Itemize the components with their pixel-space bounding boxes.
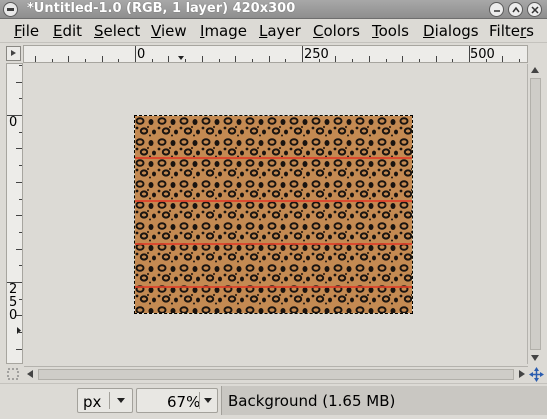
menu-file[interactable]: File: [14, 22, 39, 40]
layer-info: Background (1.65 MB): [228, 392, 396, 410]
scroll-up-icon[interactable]: [531, 67, 539, 73]
maximize-icon[interactable]: [508, 2, 523, 17]
scroll-down-icon[interactable]: [531, 355, 539, 361]
vertical-scroll-thumb[interactable]: [530, 78, 541, 350]
menu-tools[interactable]: Tools: [372, 22, 409, 40]
close-icon[interactable]: [527, 2, 542, 17]
zoom-value[interactable]: 67%: [167, 393, 200, 411]
menu-select[interactable]: Select: [94, 22, 140, 40]
vertical-scrollbar[interactable]: [527, 64, 542, 364]
menu-dialogs[interactable]: Dialogs: [423, 22, 479, 40]
status-bar: px 67% Background (1.65 MB): [0, 383, 547, 419]
menu-bar: File Edit Select View Image Layer Colors…: [0, 20, 547, 43]
menu-layer[interactable]: Layer: [259, 22, 301, 40]
minimize-icon[interactable]: [489, 2, 504, 17]
menu-filters[interactable]: Filters: [489, 22, 534, 40]
vruler-label-0: 0: [9, 115, 18, 130]
leopard-pattern-image: [135, 116, 412, 313]
window-menu-icon[interactable]: [3, 2, 18, 17]
menu-edit[interactable]: Edit: [53, 22, 82, 40]
scroll-left-icon[interactable]: [27, 370, 33, 378]
unit-select[interactable]: px: [77, 388, 133, 413]
horizontal-ruler-ticks: [35, 46, 520, 62]
title-bar[interactable]: *Untitled-1.0 (RGB, 1 layer) 420x300: [0, 0, 547, 19]
vertical-ruler[interactable]: 0 2 5 0: [6, 63, 23, 364]
horizontal-ruler[interactable]: 0 250 500: [23, 45, 528, 63]
image-canvas[interactable]: [134, 115, 413, 314]
zoom-select[interactable]: 67%: [136, 388, 218, 413]
quick-mask-icon[interactable]: [6, 367, 21, 381]
scroll-right-icon[interactable]: [519, 370, 525, 378]
menu-view[interactable]: View: [151, 22, 187, 40]
hruler-label-250: 250: [304, 47, 329, 62]
unit-value: px: [83, 393, 102, 411]
menu-colors[interactable]: Colors: [313, 22, 360, 40]
chevron-down-icon[interactable]: [204, 398, 212, 403]
hruler-label-500: 500: [470, 47, 495, 62]
window-title: *Untitled-1.0 (RGB, 1 layer) 420x300: [27, 1, 296, 16]
menu-image[interactable]: Image: [200, 22, 247, 40]
vruler-label-0b: 0: [9, 308, 18, 323]
triangle-right-icon[interactable]: [6, 46, 21, 61]
navigate-icon[interactable]: [529, 367, 544, 382]
chevron-down-icon[interactable]: [117, 398, 125, 403]
hruler-label-0: 0: [137, 47, 146, 62]
horizontal-scrollbar[interactable]: [24, 366, 528, 381]
status-message: Background (1.65 MB): [221, 386, 547, 415]
horizontal-scroll-thumb[interactable]: [38, 369, 514, 380]
pointer-marker-icon: [178, 56, 184, 60]
